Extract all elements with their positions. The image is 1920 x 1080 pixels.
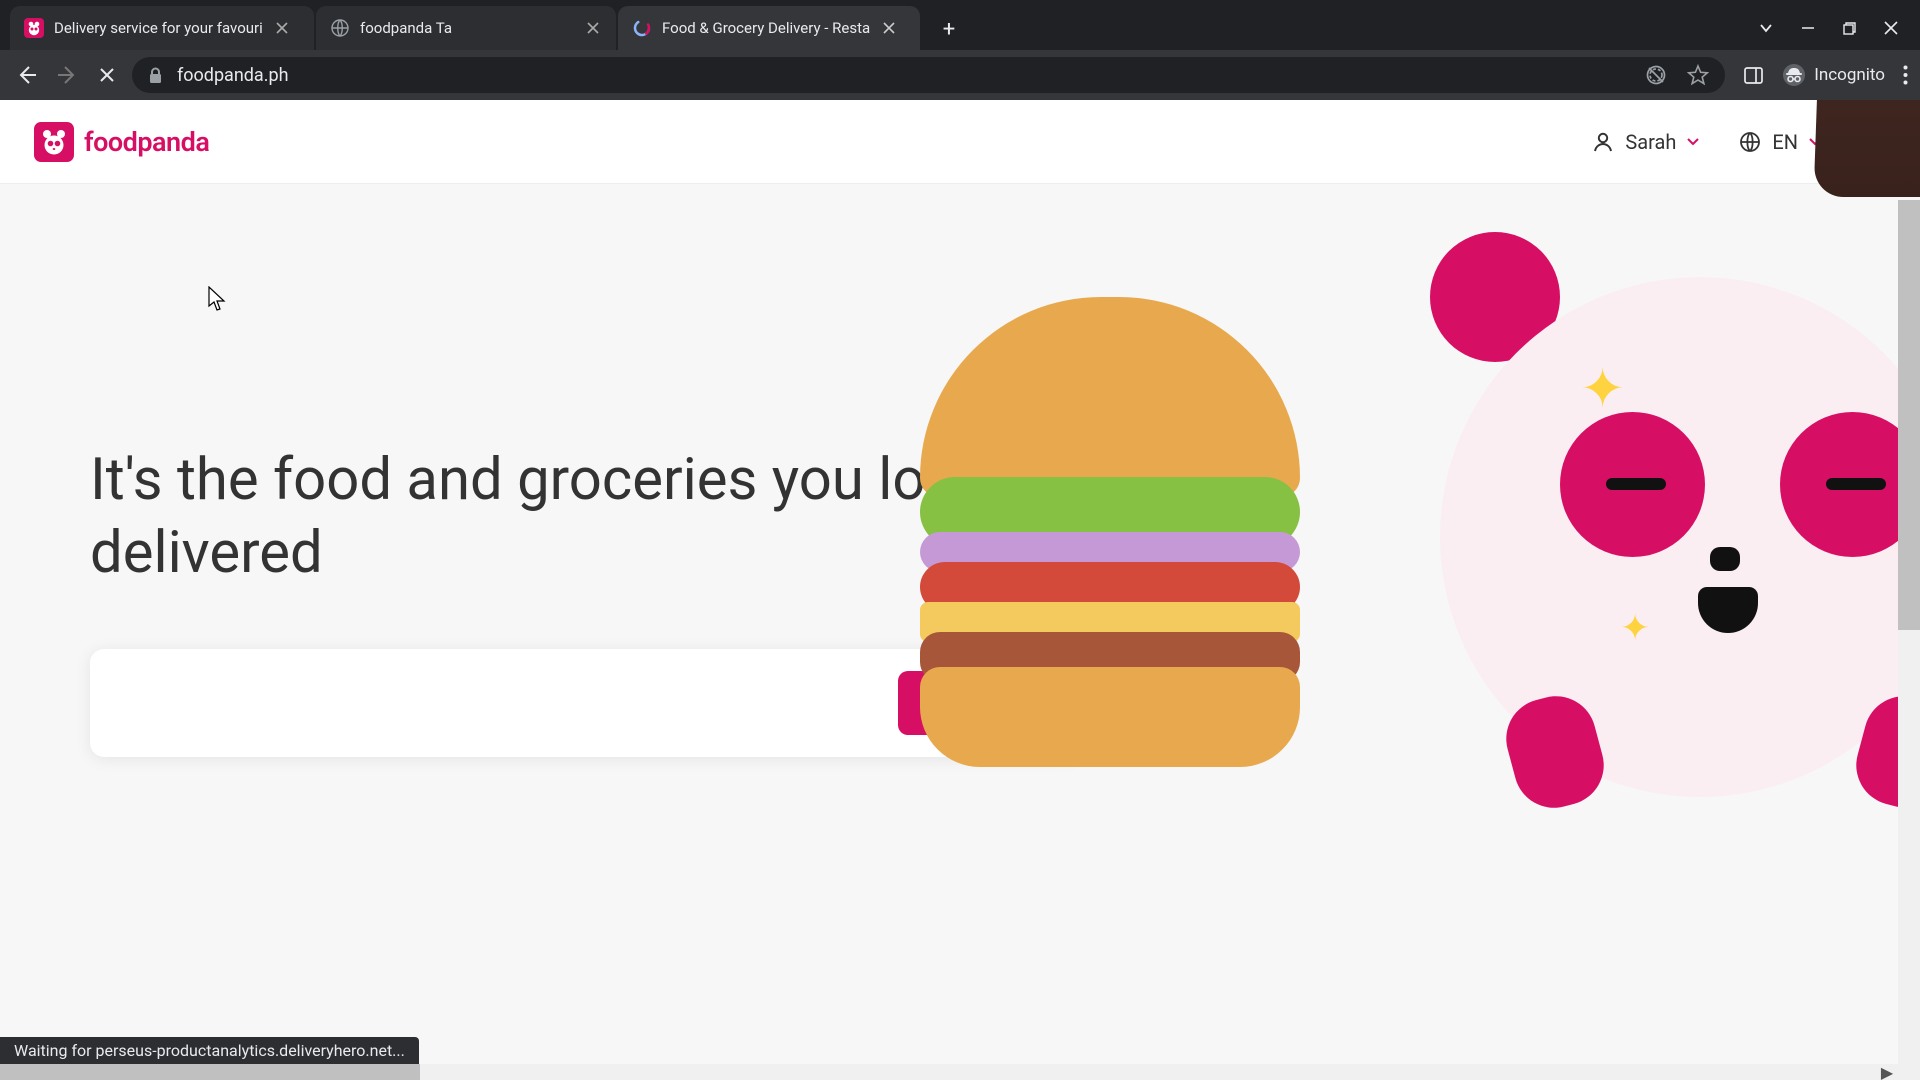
close-icon[interactable] [273,19,291,37]
bookmark-icon[interactable] [1687,64,1709,86]
browser-tab-0[interactable]: Delivery service for your favouri [10,6,314,50]
globe-icon [330,18,350,38]
hero-section: It's the food and groceries you love, de… [0,184,1920,757]
menu-icon[interactable] [1903,65,1908,85]
horizontal-scrollbar[interactable]: ▶ [0,1064,1898,1080]
tab-label: foodpanda Ta [360,19,452,37]
window-close-icon[interactable] [1884,21,1898,35]
maximize-icon[interactable] [1843,22,1856,35]
browser-tab-1[interactable]: foodpanda Ta [316,6,616,50]
profile-incognito[interactable]: Incognito [1782,63,1885,87]
close-icon[interactable] [584,19,602,37]
favicon-icon [24,18,44,38]
address-input[interactable] [112,692,898,715]
tab-label: Delivery service for your favouri [54,19,263,37]
stop-button[interactable] [92,60,122,90]
incognito-label: Incognito [1814,65,1885,85]
back-button[interactable] [12,60,42,90]
tab-search-icon[interactable] [1759,21,1773,35]
scroll-right-icon[interactable]: ▶ [1876,1064,1898,1080]
browser-toolbar: foodpanda.ph Incognito [0,50,1920,100]
side-panel-icon[interactable] [1743,65,1764,86]
browser-tab-2[interactable]: Food & Grocery Delivery - Resta [618,6,920,50]
page-content: foodpanda Sarah EN It's the food and gro… [0,100,1920,1080]
vertical-scrollbar[interactable] [1898,200,1920,1080]
address-bar[interactable]: foodpanda.ph [132,57,1725,93]
tab-label: Food & Grocery Delivery - Resta [662,19,870,37]
minimize-icon[interactable] [1801,21,1815,35]
close-icon[interactable] [880,19,898,37]
cookie-blocked-icon[interactable] [1645,64,1667,86]
lock-icon [148,67,163,84]
hero-illustration: ✦ ✦ ✦ ✦ [1120,100,1920,757]
address-text: foodpanda.ph [177,65,289,86]
panda-logo-icon [34,122,74,162]
browser-titlebar: Delivery service for your favouri foodpa… [0,0,1920,50]
forward-button[interactable] [52,60,82,90]
brand-name: foodpanda [84,126,209,158]
status-bar: Waiting for perseus-productanalytics.del… [0,1037,419,1064]
loading-spinner-icon [632,18,652,38]
new-tab-button[interactable]: + [930,10,968,48]
incognito-icon [1782,63,1806,87]
brand-logo[interactable]: foodpanda [34,122,209,162]
